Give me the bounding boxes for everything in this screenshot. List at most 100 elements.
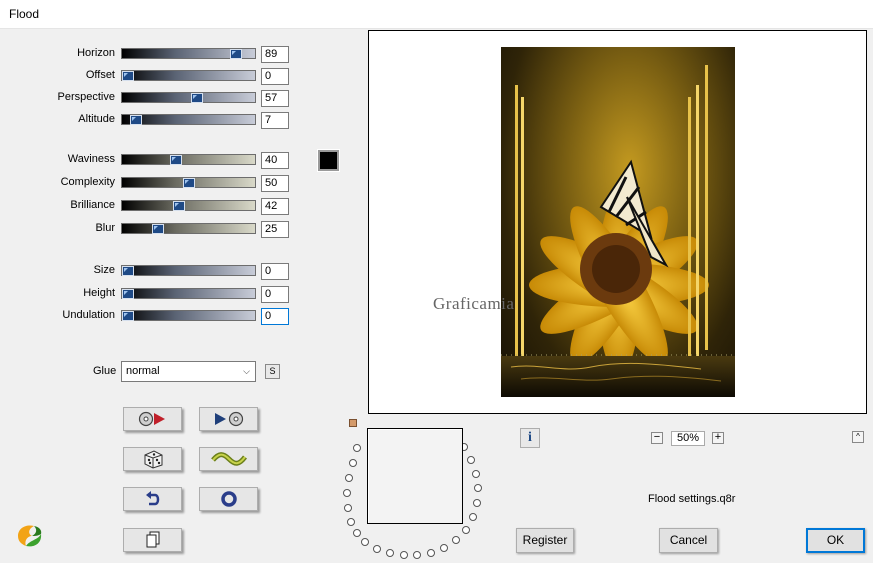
register-button[interactable]: Register [516,528,574,553]
ok-button[interactable]: OK [806,528,865,553]
param-row-complexity: Complexity 50 [0,175,300,193]
undo-button[interactable] [123,487,182,511]
param-row-horizon: Horizon 89 [0,46,300,64]
perspective-slider[interactable] [121,92,256,103]
wave-icon [210,452,247,466]
param-row-size: Size 0 [0,263,300,281]
param-label: Horizon [77,47,115,59]
zoom-in-button[interactable]: + [712,432,724,444]
randomize-forward-icon [214,411,243,427]
title-bar: Flood [0,0,873,29]
ring-dot [473,499,481,507]
height-slider[interactable] [121,288,256,299]
settings-filename: Flood settings.q8r [648,493,736,505]
slider-thumb[interactable] [122,289,134,299]
altitude-slider[interactable] [121,114,256,125]
ring-dot [400,551,408,559]
param-label: Size [93,264,115,276]
param-label: Brilliance [70,199,115,211]
random-dice-button[interactable] [123,447,182,471]
glue-value: normal [126,365,160,377]
wave-button[interactable] [199,447,258,471]
param-row-offset: Offset 0 [0,68,300,86]
slider-thumb[interactable] [130,115,143,125]
copy-button[interactable] [123,528,182,552]
altitude-input[interactable]: 7 [261,112,289,129]
param-row-height: Height 0 [0,286,300,304]
undulation-input[interactable]: 0 [261,308,289,325]
info-button[interactable]: i [520,428,540,448]
ring-dot [452,536,460,544]
size-input[interactable]: 0 [261,263,289,280]
undo-icon [145,491,159,506]
horizon-slider[interactable] [121,48,256,59]
size-slider[interactable] [121,265,256,276]
brilliance-slider[interactable] [121,200,256,211]
ring-dot [474,484,482,492]
ring-dot [345,474,353,482]
param-label: Offset [85,69,115,81]
color-swatch[interactable] [317,149,340,172]
param-label: Blur [95,222,115,234]
watermark-text: Graficamia [433,294,515,313]
waviness-slider[interactable] [121,154,256,165]
param-row-altitude: Altitude 7 [0,112,300,130]
randomize-back-icon [138,411,165,427]
glue-s-button[interactable]: S [265,364,280,379]
ring-dot [373,545,381,553]
slider-thumb[interactable] [170,155,183,165]
copy-icon [146,531,159,548]
slider-thumb[interactable] [122,71,134,81]
glue-select[interactable]: normal ⌵ [121,361,256,382]
param-label: Complexity [60,176,115,188]
zoom-out-button[interactable]: − [651,432,663,444]
offset-input[interactable]: 0 [261,68,289,85]
reset-circle-icon [220,491,237,507]
collapse-button[interactable]: ^ [852,431,864,443]
glue-label: Glue [93,365,117,377]
slider-thumb[interactable] [182,178,195,188]
ring-dot [349,459,357,467]
randomize-back-button[interactable] [123,407,182,431]
slider-thumb[interactable] [152,224,165,234]
ring-dot [344,504,352,512]
undulation-slider[interactable] [121,310,256,321]
ring-dot [353,529,361,537]
ring-dot [413,551,421,559]
slider-thumb[interactable] [190,93,203,103]
reset-button[interactable] [199,487,258,511]
slider-thumb[interactable] [172,201,185,211]
param-label: Altitude [78,113,115,125]
brilliance-input[interactable]: 42 [261,198,289,215]
blur-slider[interactable] [121,223,256,234]
perspective-input[interactable]: 57 [261,90,289,107]
cancel-button[interactable]: Cancel [659,528,718,553]
ring-dot [427,549,435,557]
ring-dot [343,489,351,497]
ring-dot [353,444,361,452]
param-row-waviness: Waviness 40 [0,152,300,170]
height-input[interactable]: 0 [261,286,289,303]
horizon-input[interactable]: 89 [261,46,289,63]
param-label: Height [83,287,115,299]
preview-frame[interactable]: Graficamia [368,30,867,414]
param-row-brilliance: Brilliance 42 [0,198,300,216]
slider-thumb[interactable] [122,311,134,321]
ring-dot [467,456,475,464]
waviness-input[interactable]: 40 [261,152,289,169]
ring-dot [440,544,448,552]
slider-thumb[interactable] [229,49,242,59]
window-title: Flood [9,7,40,21]
ring-dot [472,470,480,478]
complexity-slider[interactable] [121,177,256,188]
complexity-input[interactable]: 50 [261,175,289,192]
param-row-undulation: Undulation 0 [0,308,300,326]
randomize-forward-button[interactable] [199,407,258,431]
slider-thumb[interactable] [122,266,134,276]
param-label: Waviness [67,153,115,165]
param-row-blur: Blur 25 [0,221,300,239]
mini-preview[interactable] [367,428,463,524]
offset-slider[interactable] [121,70,256,81]
ring-dot [361,538,369,546]
blur-input[interactable]: 25 [261,221,289,238]
